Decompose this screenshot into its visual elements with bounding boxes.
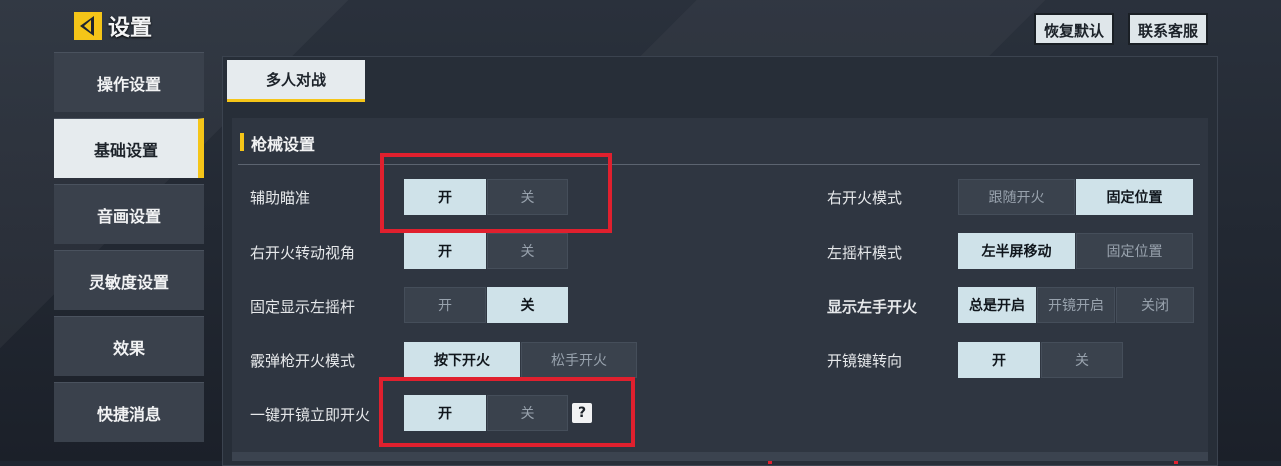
back-arrow-icon[interactable]: [72, 10, 104, 42]
fixed-left-stick-off-option[interactable]: 关: [487, 287, 568, 323]
show-left-fire-label: 显示左手开火: [827, 298, 918, 316]
highlight-box-aim-assist: [380, 153, 612, 233]
aim-assist-label: 辅助瞄准: [250, 189, 311, 207]
right-fire-rotate-on-option[interactable]: 开: [404, 233, 486, 269]
left-stick-fixed-option[interactable]: 固定位置: [1076, 233, 1193, 269]
contact-support-button[interactable]: 联系客服: [1128, 13, 1209, 45]
highlight-box-scope-fire: [379, 377, 635, 447]
section-accent-bar: [240, 133, 244, 151]
left-stick-mode-label: 左摇杆模式: [827, 244, 903, 262]
left-fire-always-option[interactable]: 总是开启: [958, 287, 1036, 323]
sidebar-item-basic[interactable]: 基础设置: [54, 118, 204, 178]
restore-default-button[interactable]: 恢复默认: [1034, 13, 1115, 45]
right-fire-rotate-off-option[interactable]: 关: [487, 233, 568, 269]
right-fire-mode-label: 右开火模式: [827, 189, 903, 207]
scope-key-turn-off-option[interactable]: 关: [1041, 342, 1123, 378]
fixed-left-stick-on-option[interactable]: 开: [404, 287, 486, 323]
fixed-left-stick-label: 固定显示左摇杆: [250, 298, 356, 316]
tab-multiplayer[interactable]: 多人对战: [227, 60, 365, 102]
sidebar-item-quick-messages[interactable]: 快捷消息: [54, 382, 204, 442]
page-title: 设置: [108, 16, 153, 41]
next-row-strip: [232, 452, 1208, 461]
sidebar-item-effects[interactable]: 效果: [54, 316, 204, 376]
section-title: 枪械设置: [251, 135, 316, 154]
right-fire-rotate-label: 右开火转动视角: [250, 244, 356, 262]
left-fire-scope-option[interactable]: 开镜开启: [1037, 287, 1115, 323]
left-stick-halfscreen-option[interactable]: 左半屏移动: [958, 233, 1075, 269]
scope-key-turn-label: 开镜键转向: [827, 352, 903, 370]
scope-instant-fire-label: 一键开镜立即开火: [250, 406, 371, 424]
sidebar-item-operation[interactable]: 操作设置: [54, 52, 204, 112]
shotgun-press-fire-option[interactable]: 按下开火: [404, 342, 520, 378]
sidebar-item-audio-video[interactable]: 音画设置: [54, 184, 204, 244]
shotgun-release-fire-option[interactable]: 松手开火: [521, 342, 637, 378]
shotgun-fire-mode-label: 霰弹枪开火模式: [250, 352, 356, 370]
sidebar-item-sensitivity[interactable]: 灵敏度设置: [54, 250, 204, 310]
left-fire-off-option[interactable]: 关闭: [1116, 287, 1194, 323]
right-fire-follow-option[interactable]: 跟随开火: [958, 179, 1075, 215]
scope-key-turn-on-option[interactable]: 开: [958, 342, 1040, 378]
right-fire-fixed-option[interactable]: 固定位置: [1076, 179, 1193, 215]
